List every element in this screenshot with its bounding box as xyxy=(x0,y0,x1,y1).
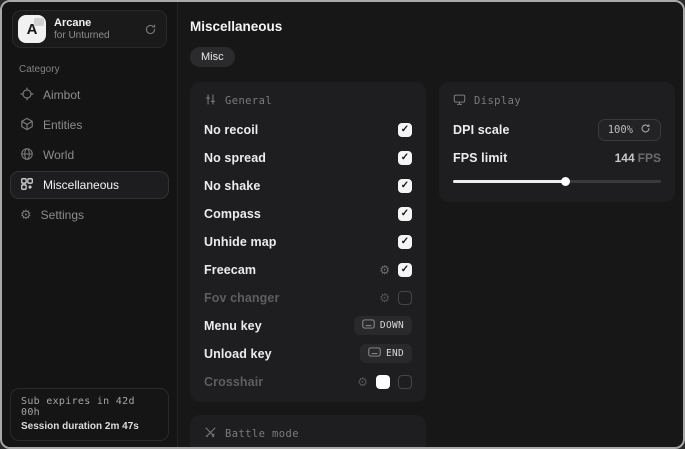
row-label: DPI scale xyxy=(453,123,510,137)
cube-icon xyxy=(20,117,34,134)
panels-container: General No recoil ✓ No spread ✓ No shake… xyxy=(190,82,675,449)
fps-slider-thumb[interactable] xyxy=(561,177,570,186)
grid-icon xyxy=(20,177,34,194)
row-compass: Compass ✓ xyxy=(204,206,412,221)
general-panel-header: General xyxy=(204,93,412,109)
compass-checkbox[interactable]: ✓ xyxy=(398,207,412,221)
row-label: No spread xyxy=(204,151,266,165)
row-no-shake: No shake ✓ xyxy=(204,178,412,193)
sidebar-item-label: World xyxy=(43,148,74,162)
subscription-card: Sub expires in 42d 00h Session duration … xyxy=(10,388,169,441)
sidebar: A Arcane for Unturned Category Aimbot xyxy=(2,2,178,447)
row-label: Fov changer xyxy=(204,291,279,305)
row-unload-key: Unload key END xyxy=(204,346,412,361)
keyboard-icon xyxy=(368,347,381,360)
row-label: Menu key xyxy=(204,319,262,333)
row-label: FPS limit xyxy=(453,151,507,165)
battle-panel-header: Battle mode xyxy=(204,426,412,442)
row-no-recoil: No recoil ✓ xyxy=(204,122,412,137)
general-panel-title: General xyxy=(225,95,272,107)
freecam-checkbox[interactable]: ✓ xyxy=(398,263,412,277)
sidebar-item-entities[interactable]: Entities xyxy=(10,111,169,139)
app-logo: A xyxy=(18,15,46,43)
keyboard-icon xyxy=(362,319,375,332)
app-window: A Arcane for Unturned Category Aimbot xyxy=(0,0,685,449)
crosshair-icon xyxy=(20,87,34,104)
sidebar-item-miscellaneous[interactable]: Miscellaneous xyxy=(10,171,169,199)
battle-mode-panel: Battle mode Keybind F5 xyxy=(190,415,426,449)
sidebar-item-label: Settings xyxy=(41,208,84,222)
row-no-spread: No spread ✓ xyxy=(204,150,412,165)
freecam-settings-gear-icon[interactable]: ⚙ xyxy=(379,264,390,276)
keybind-value: END xyxy=(386,348,404,359)
crosshair-settings-gear-icon[interactable]: ⚙ xyxy=(357,376,368,388)
right-column: Display DPI scale 100% xyxy=(439,82,675,202)
page-title: Miscellaneous xyxy=(190,19,675,34)
unhide-map-checkbox[interactable]: ✓ xyxy=(398,235,412,249)
fov-changer-checkbox[interactable]: ✓ xyxy=(398,291,412,305)
row-label: Unload key xyxy=(204,347,272,361)
row-fov-changer: Fov changer ⚙ ✓ xyxy=(204,290,412,305)
dpi-scale-value[interactable]: 100% xyxy=(598,119,661,141)
row-label: Crosshair xyxy=(204,375,263,389)
sidebar-item-world[interactable]: World xyxy=(10,141,169,169)
menu-key-keybind[interactable]: DOWN xyxy=(354,316,412,335)
fov-settings-gear-icon[interactable]: ⚙ xyxy=(379,292,390,304)
row-label: No recoil xyxy=(204,123,258,137)
display-panel-title: Display xyxy=(474,95,521,107)
display-panel-header: Display xyxy=(453,93,661,109)
globe-icon xyxy=(20,147,34,164)
row-crosshair: Crosshair ⚙ ✓ xyxy=(204,374,412,389)
sub-expiry-text: Sub expires in 42d 00h xyxy=(21,396,158,418)
sidebar-item-label: Aimbot xyxy=(43,88,80,102)
sliders-icon xyxy=(204,93,217,109)
app-subtitle: for Unturned xyxy=(54,30,136,42)
row-label: Unhide map xyxy=(204,235,277,249)
no-shake-checkbox[interactable]: ✓ xyxy=(398,179,412,193)
row-freecam: Freecam ⚙ ✓ xyxy=(204,262,412,277)
no-recoil-checkbox[interactable]: ✓ xyxy=(398,123,412,137)
dpi-value-text: 100% xyxy=(608,124,633,136)
session-duration-text: Session duration 2m 47s xyxy=(21,421,158,432)
reset-icon[interactable] xyxy=(640,123,651,137)
unload-key-keybind[interactable]: END xyxy=(360,344,412,363)
crosshair-color-swatch[interactable] xyxy=(376,375,390,389)
no-spread-checkbox[interactable]: ✓ xyxy=(398,151,412,165)
sidebar-item-label: Miscellaneous xyxy=(43,178,119,192)
swords-icon xyxy=(204,426,217,442)
sidebar-item-label: Entities xyxy=(43,118,82,132)
fps-limit-value: 144FPS xyxy=(615,151,661,165)
category-label: Category xyxy=(19,64,177,75)
sidebar-item-settings[interactable]: ⚙ Settings xyxy=(10,201,169,229)
general-panel: General No recoil ✓ No spread ✓ No shake… xyxy=(190,82,426,402)
row-label: Compass xyxy=(204,207,261,221)
fps-unit: FPS xyxy=(638,151,661,165)
sidebar-item-aimbot[interactable]: Aimbot xyxy=(10,81,169,109)
tab-misc[interactable]: Misc xyxy=(190,47,235,67)
app-logo-letter: A xyxy=(27,21,38,38)
gear-icon: ⚙ xyxy=(20,209,32,222)
app-header-card: A Arcane for Unturned xyxy=(12,10,167,48)
display-panel: Display DPI scale 100% xyxy=(439,82,675,202)
row-label: Freecam xyxy=(204,263,256,277)
battle-panel-title: Battle mode xyxy=(225,428,299,440)
crosshair-checkbox[interactable]: ✓ xyxy=(398,375,412,389)
row-label: No shake xyxy=(204,179,260,193)
monitor-icon xyxy=(453,93,466,109)
row-fps-limit: FPS limit 144FPS xyxy=(453,150,661,165)
app-name: Arcane xyxy=(54,17,136,30)
row-menu-key: Menu key DOWN xyxy=(204,318,412,333)
row-unhide-map: Unhide map ✓ xyxy=(204,234,412,249)
fps-limit-slider[interactable] xyxy=(453,177,661,186)
keybind-value: DOWN xyxy=(380,320,404,331)
fps-slider-fill xyxy=(453,180,565,183)
category-nav: Aimbot Entities World xyxy=(2,81,177,229)
left-column: General No recoil ✓ No spread ✓ No shake… xyxy=(190,82,426,449)
row-dpi-scale: DPI scale 100% xyxy=(453,122,661,137)
main-content: Miscellaneous Misc General xyxy=(178,2,685,447)
refresh-icon[interactable] xyxy=(144,23,157,36)
fps-number: 144 xyxy=(615,151,635,165)
app-meta: Arcane for Unturned xyxy=(54,17,136,41)
